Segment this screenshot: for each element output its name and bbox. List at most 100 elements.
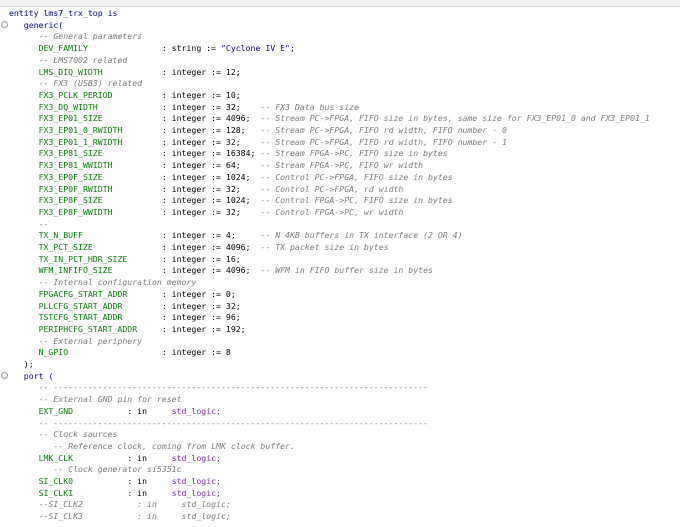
code-line: FX3_EP01_0_RWIDTH : integer := 128; -- S… — [9, 125, 507, 137]
code-token: FX3_EP8F_WWIDTH — [38, 206, 162, 217]
code-token: FX3_EP01_1_RWIDTH — [38, 136, 162, 147]
code-token: -- FX3 (USB3) related — [38, 78, 143, 89]
code-token: port ( — [23, 370, 54, 381]
code-token: -- FX3 Data bus size — [260, 101, 359, 112]
code-token: FX3_PCLK_PERIOD — [38, 89, 162, 100]
code-line: TX_PCT_SIZE : integer := 4096; -- TX pac… — [9, 242, 389, 254]
code-token: : integer := 32; — [161, 300, 241, 311]
code-line: -- External periphery — [9, 336, 143, 348]
code-token: SI_CLK1 — [38, 487, 128, 498]
code-token: ; — [289, 43, 295, 54]
code-token: : integer := 4096; — [161, 242, 261, 252]
code-line: FX3_EP8F_WWIDTH : integer := 32; -- Cont… — [9, 206, 404, 219]
code-token: : in — [127, 476, 172, 486]
code-token: entity lms7_trx_top is — [9, 8, 118, 18]
code-token: -- General parameters — [38, 31, 143, 42]
code-line: FX3_EP81_WWIDTH : integer := 64; -- Stre… — [9, 160, 424, 172]
code-line: PERIPHCFG_START_ADDR : integer := 192; — [9, 324, 246, 336]
code-token: generic( — [23, 19, 64, 30]
code-line: FX3_PCLK_PERIOD : integer := 10; — [9, 90, 241, 102]
code-line: -- Clock generator si5351c — [9, 464, 182, 476]
code-line: SI_CLK0 : in std_logic; — [9, 476, 221, 488]
code-token: : in — [127, 452, 172, 463]
code-token: -- Reference clock, coming from LMK cloc… — [53, 440, 295, 451]
code-line: TX_IN_PCT_HDR_SIZE : integer := 16; — [9, 254, 241, 266]
code-token: LMK_CLK — [38, 452, 128, 463]
code-token: : integer := 10; — [161, 89, 241, 100]
code-line: FX3_EP01_1_RWIDTH : integer := 32; -- St… — [9, 137, 507, 149]
code-line: PLLCFG_START_ADDR : integer := 32; — [9, 301, 241, 313]
code-token: SI_CLK0 — [38, 476, 128, 486]
code-token: EXT_GND — [38, 405, 128, 416]
code-token: FX3_DQ_WIDTH — [38, 101, 162, 112]
code-token: --SI_CLK2 : in std_logic; — [38, 499, 231, 510]
code-line: -- FX3 (USB3) related — [9, 78, 143, 90]
code-line: -- -------------------------------------… — [9, 418, 428, 430]
code-token: -- Stream FPGA->PC, FIFO wr width — [260, 160, 424, 171]
code-token: : integer := 32; — [161, 183, 261, 194]
code-token: TX_PCT_SIZE — [38, 242, 162, 252]
code-token: LMS_DIQ_WIDTH — [38, 66, 162, 77]
code-token: : in — [127, 487, 172, 498]
code-editor[interactable]: entity lms7_trx_top is generic( -- Gener… — [9, 8, 679, 527]
code-token: PERIPHCFG_START_ADDR — [38, 323, 162, 334]
fold-gutter — [0, 7, 8, 527]
code-token: std_logic; — [171, 405, 221, 416]
code-token: : integer := 32; — [161, 206, 261, 217]
fold-toggle-icon[interactable] — [1, 20, 8, 28]
code-token: FX3_EP01_0_RWIDTH — [38, 125, 162, 135]
code-line: generic( — [9, 20, 63, 32]
code-line: FX3_EP8F_SIZE : integer := 1024; -- Cont… — [9, 195, 453, 207]
code-token: : in — [127, 405, 172, 416]
code-line: entity lms7_trx_top is — [9, 8, 117, 20]
code-token: --SI_CLK3 : in std_logic; — [38, 511, 231, 522]
code-token: -- Control FPGA->PC, FIFO size in bytes — [260, 195, 453, 206]
code-line: LMK_CLK : in std_logic; — [9, 453, 221, 465]
code-line: SI_CLK1 : in std_logic; — [9, 488, 221, 500]
fold-toggle-icon[interactable] — [1, 371, 8, 379]
code-token: -- Clock generator si5351c — [53, 464, 182, 475]
code-token: : integer := 16; — [161, 253, 241, 264]
code-line: --SI_CLK3 : in std_logic; — [9, 511, 231, 523]
code-token: std_logic; — [171, 487, 221, 498]
code-token: : integer := 32; — [161, 101, 261, 112]
code-token: FX3_EP0F_RWIDTH — [38, 183, 162, 194]
code-token: : integer := 4096; — [161, 113, 261, 124]
code-token: -- LMS7002 related — [38, 54, 128, 65]
code-token: -- Internal configuration memory — [38, 277, 197, 288]
code-token: -- Stream PC->FPGA, FIFO rd width, FIFO … — [260, 125, 507, 135]
code-token: -- Control PC->FPGA, rd width — [260, 183, 404, 194]
code-token: FX3_EP81_WWIDTH — [38, 160, 162, 171]
code-token: : integer := 0; — [161, 288, 236, 299]
code-token: -- Stream PC->FPGA, FIFO rd width, FIFO … — [260, 136, 507, 147]
code-line: -- Internal configuration memory — [9, 277, 197, 289]
code-token: -- N 4KB buffers in TX interface (2 OR 4… — [260, 230, 463, 241]
code-token: TX_N_BUFF — [38, 230, 162, 241]
code-line: FX3_DQ_WIDTH : integer := 32; -- FX3 Dat… — [9, 102, 359, 114]
code-token: DEV_FAMILY — [38, 43, 162, 54]
code-token: : integer := 1024; — [161, 195, 261, 206]
code-token: : integer := 128; — [161, 125, 261, 135]
code-token: TSTCFG_START_ADDR — [38, 312, 162, 323]
code-line: --SI_CLK2 : in std_logic; — [9, 499, 231, 511]
code-token: TX_IN_PCT_HDR_SIZE — [38, 253, 162, 264]
code-token: : integer := 96; — [161, 312, 241, 323]
code-line: -- External GND pin for reset — [9, 394, 182, 406]
code-token: std_logic; — [171, 476, 221, 486]
code-token: -- Control FPGA->PC, wr width — [260, 206, 404, 217]
code-line: TSTCFG_START_ADDR : integer := 96; — [9, 312, 241, 324]
code-token: -- TX packet size in bytes — [260, 242, 389, 252]
code-token: : integer := 12; — [161, 66, 241, 77]
code-line: ); — [9, 359, 34, 371]
code-line: -- Reference clock, coming from LMK cloc… — [9, 441, 295, 453]
code-line: -- General parameters — [9, 31, 143, 43]
code-token: FX3_EP8F_SIZE — [38, 195, 162, 206]
code-line: -- -------------------------------------… — [9, 382, 428, 394]
code-line: N_GPIO : integer := 8 — [9, 347, 231, 359]
code-line: TX_N_BUFF : integer := 4; -- N 4KB buffe… — [9, 230, 463, 242]
code-token: : integer := 192; — [161, 323, 246, 334]
code-token: : integer := 4; — [161, 230, 261, 241]
code-line: FX3_EP0F_SIZE : integer := 1024; -- Cont… — [9, 172, 453, 184]
code-line: LMS_DIQ_WIDTH : integer := 12; — [9, 67, 241, 79]
code-token: : integer := 32; — [161, 136, 261, 147]
